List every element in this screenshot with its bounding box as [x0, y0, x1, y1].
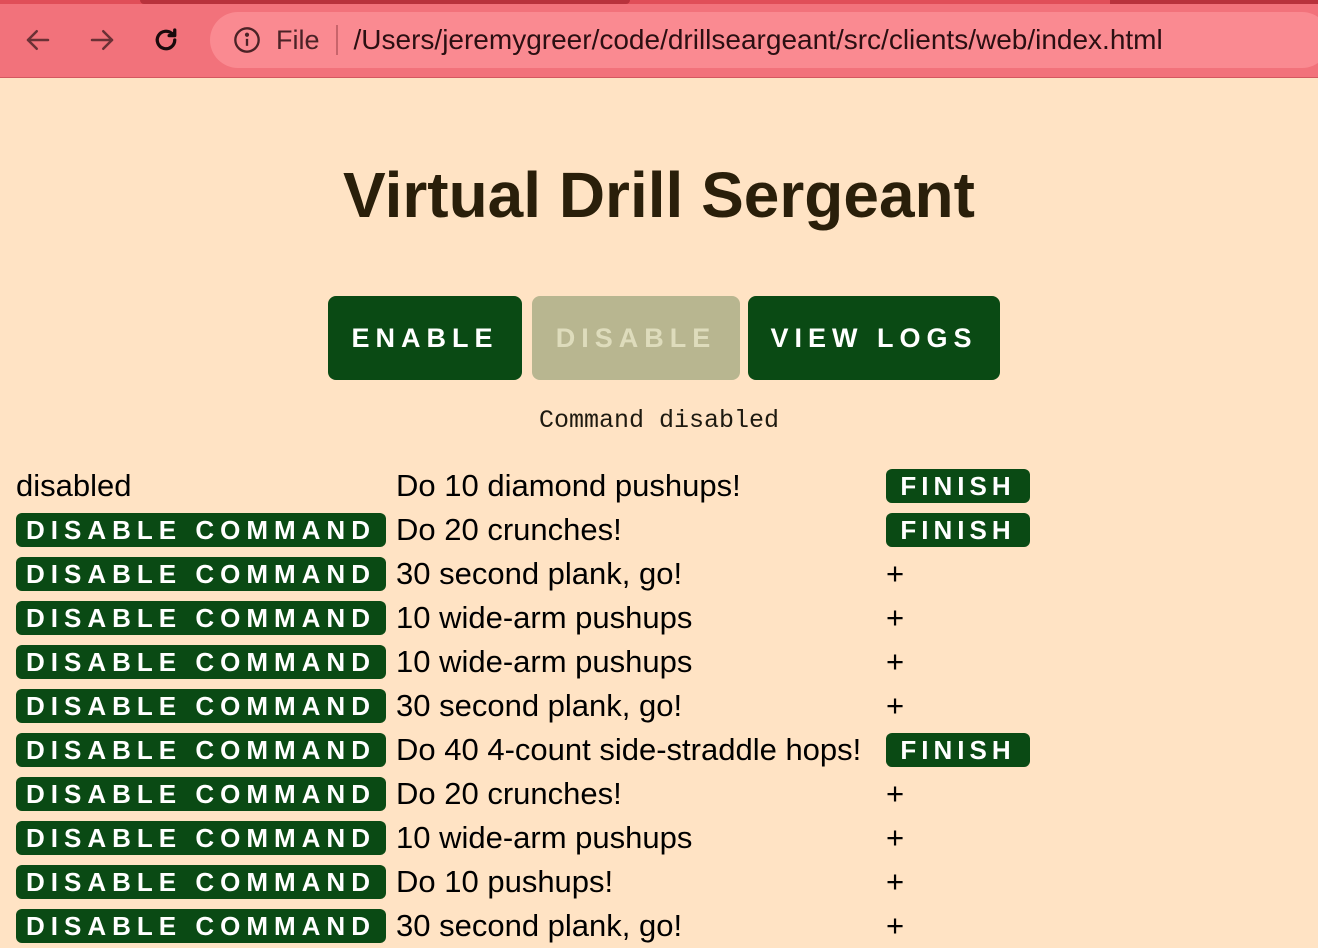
- command-text: Do 40 4-count side-straddle hops!: [396, 732, 862, 767]
- add-icon[interactable]: +: [886, 556, 904, 592]
- forward-button[interactable]: [82, 20, 122, 60]
- command-state-cell: DISABLE COMMAND: [16, 904, 386, 948]
- view-logs-button[interactable]: VIEW LOGS: [748, 296, 1000, 380]
- disable-command-button[interactable]: DISABLE COMMAND: [16, 689, 386, 723]
- command-state-cell: DISABLE COMMAND: [16, 640, 386, 684]
- divider: [335, 25, 338, 55]
- command-text: 10 wide-arm pushups: [396, 820, 693, 855]
- reload-icon: [155, 28, 177, 51]
- command-action-cell: +: [886, 596, 904, 640]
- command-row: DISABLE COMMAND Do 40 4-count side-stradd…: [16, 728, 1116, 772]
- disable-command-button[interactable]: DISABLE COMMAND: [16, 513, 386, 547]
- command-state-cell: DISABLE COMMAND: [16, 684, 386, 728]
- disable-button[interactable]: DISABLE: [532, 296, 740, 380]
- disable-command-button[interactable]: DISABLE COMMAND: [16, 645, 386, 679]
- tab-strip: [0, 0, 1318, 4]
- address-bar[interactable]: File /Users/jeremygreer/code/drillsearge…: [210, 12, 1318, 68]
- browser-tab[interactable]: [140, 0, 630, 4]
- add-icon[interactable]: +: [886, 864, 904, 900]
- status-message: Command disabled: [538, 406, 780, 435]
- add-icon[interactable]: +: [886, 776, 904, 812]
- command-action-cell: +: [886, 904, 904, 948]
- command-row: DISABLE COMMAND 10 wide-arm pushups +: [16, 816, 1116, 860]
- arrow-right-icon: [90, 30, 114, 50]
- command-row: DISABLE COMMAND 30 second plank, go! +: [16, 904, 1116, 948]
- command-row: DISABLE COMMAND 30 second plank, go! +: [16, 552, 1116, 596]
- command-state-cell: DISABLE COMMAND: [16, 816, 386, 860]
- disable-command-button[interactable]: DISABLE COMMAND: [16, 821, 386, 855]
- finish-button[interactable]: FINISH: [886, 733, 1030, 767]
- command-row: DISABLE COMMAND 10 wide-arm pushups +: [16, 596, 1116, 640]
- browser-toolbar: File /Users/jeremygreer/code/drillsearge…: [0, 0, 1318, 78]
- disable-command-button[interactable]: DISABLE COMMAND: [16, 733, 386, 767]
- disable-command-button[interactable]: DISABLE COMMAND: [16, 557, 386, 591]
- info-icon[interactable]: [232, 25, 262, 55]
- command-action-cell: +: [886, 816, 904, 860]
- command-row: DISABLE COMMAND 10 wide-arm pushups +: [16, 640, 1116, 684]
- command-row: DISABLE COMMAND Do 10 pushups! +: [16, 860, 1116, 904]
- page-title: Virtual Drill Sergeant: [343, 159, 975, 231]
- command-state-label: disabled: [16, 468, 132, 503]
- command-action-cell: +: [886, 772, 904, 816]
- disable-command-button[interactable]: DISABLE COMMAND: [16, 909, 386, 943]
- command-state-cell: DISABLE COMMAND: [16, 596, 386, 640]
- command-state-cell: DISABLE COMMAND: [16, 860, 386, 904]
- url-text[interactable]: /Users/jeremygreer/code/drillseargeant/s…: [354, 24, 1163, 56]
- disable-command-button[interactable]: DISABLE COMMAND: [16, 601, 386, 635]
- add-icon[interactable]: +: [886, 644, 904, 680]
- finish-button[interactable]: FINISH: [886, 469, 1030, 503]
- command-state-cell: DISABLE COMMAND: [16, 728, 386, 772]
- command-action-cell: FINISH: [886, 464, 1030, 508]
- disable-command-button[interactable]: DISABLE COMMAND: [16, 865, 386, 899]
- command-text: 10 wide-arm pushups: [396, 600, 693, 635]
- command-text: Do 20 crunches!: [396, 776, 622, 811]
- command-action-cell: FINISH: [886, 508, 1030, 552]
- command-action-cell: +: [886, 860, 904, 904]
- command-action-cell: +: [886, 640, 904, 684]
- command-text: 30 second plank, go!: [396, 908, 683, 943]
- command-text: 10 wide-arm pushups: [396, 644, 693, 679]
- back-button[interactable]: [18, 20, 58, 60]
- command-state-cell: DISABLE COMMAND: [16, 552, 386, 596]
- add-icon[interactable]: +: [886, 820, 904, 856]
- add-icon[interactable]: +: [886, 908, 904, 944]
- url-scheme: File: [276, 24, 320, 55]
- command-action-cell: FINISH: [886, 728, 1030, 772]
- command-row: DISABLE COMMAND 30 second plank, go! +: [16, 684, 1116, 728]
- browser-tab[interactable]: [1110, 0, 1318, 4]
- reload-button[interactable]: [146, 20, 186, 60]
- command-action-cell: +: [886, 684, 904, 728]
- command-text: 30 second plank, go!: [396, 688, 683, 723]
- add-icon[interactable]: +: [886, 600, 904, 636]
- command-row: DISABLE COMMAND Do 20 crunches! +: [16, 772, 1116, 816]
- disable-command-button[interactable]: DISABLE COMMAND: [16, 777, 386, 811]
- command-text: Do 10 diamond pushups!: [396, 468, 741, 503]
- command-state-cell: DISABLE COMMAND: [16, 508, 386, 552]
- command-text: Do 20 crunches!: [396, 512, 622, 547]
- control-buttons: ENABLE DISABLE VIEW LOGS: [0, 296, 1318, 380]
- command-state-cell: DISABLE COMMAND: [16, 772, 386, 816]
- command-row: disabled Do 10 diamond pushups! FINISH: [16, 464, 1116, 508]
- command-action-cell: +: [886, 552, 904, 596]
- command-row: DISABLE COMMAND Do 20 crunches! FINISH: [16, 508, 1116, 552]
- finish-button[interactable]: FINISH: [886, 513, 1030, 547]
- arrow-left-icon: [26, 30, 50, 50]
- command-text: 30 second plank, go!: [396, 556, 683, 591]
- command-state-cell: disabled: [16, 464, 131, 508]
- enable-button[interactable]: ENABLE: [328, 296, 522, 380]
- add-icon[interactable]: +: [886, 688, 904, 724]
- command-text: Do 10 pushups!: [396, 864, 614, 899]
